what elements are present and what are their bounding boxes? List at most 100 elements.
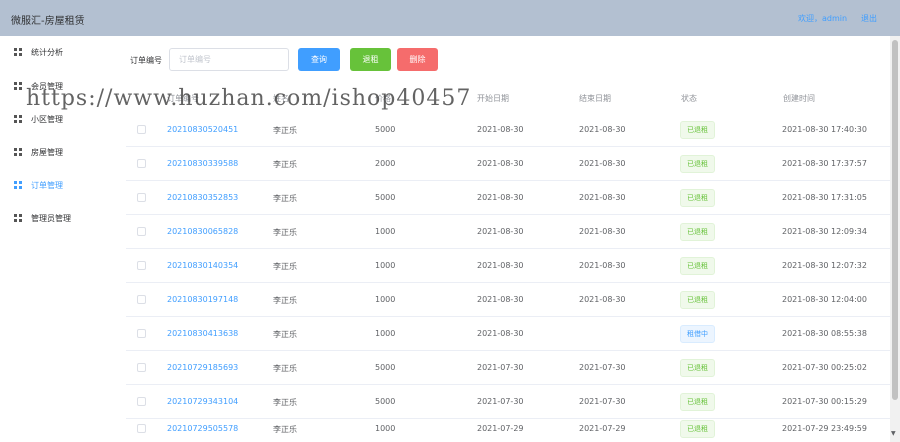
created-time: 2021-07-30 00:25:02: [782, 363, 867, 372]
status-badge: 已退租: [680, 121, 715, 139]
logout-link[interactable]: 退出: [861, 13, 877, 24]
status-badge: 已退租: [680, 155, 715, 173]
order-number-link[interactable]: 20210830065828: [167, 227, 238, 236]
search-label: 订单编号: [130, 56, 162, 65]
row-checkbox[interactable]: [137, 159, 146, 168]
created-time: 2021-07-30 00:15:29: [782, 397, 867, 406]
created-time: 2021-08-30 17:37:57: [782, 159, 867, 168]
sidebar-item-label: 房屋管理: [31, 148, 63, 157]
price: 1000: [375, 295, 396, 304]
end-date: 2021-08-30: [579, 125, 626, 134]
customer-name: 李正乐: [273, 126, 297, 135]
start-date: 2021-07-30: [477, 397, 524, 406]
welcome-text: 欢迎，admin: [798, 14, 848, 23]
grid-icon: [14, 181, 22, 189]
sidebar-item-label: 订单管理: [31, 181, 63, 190]
created-time: 2021-08-30 17:40:30: [782, 125, 867, 134]
created-time: 2021-07-29 23:49:59: [782, 424, 867, 433]
table-row[interactable]: 20210830352853 李正乐 5000 2021-08-30 2021-…: [126, 181, 890, 215]
created-time: 2021-08-30 12:04:00: [782, 295, 867, 304]
row-checkbox[interactable]: [137, 295, 146, 304]
order-number-link[interactable]: 20210729343104: [167, 397, 238, 406]
row-checkbox[interactable]: [137, 424, 146, 433]
status-badge: 已退租: [680, 420, 715, 438]
status-badge: 已退租: [680, 257, 715, 275]
column-header-order-no: 订单编号: [167, 94, 199, 103]
table-row[interactable]: 20210830520451 李正乐 5000 2021-08-30 2021-…: [126, 113, 890, 147]
sidebar-item-label: 会员管理: [31, 82, 63, 91]
customer-name: 李正乐: [273, 228, 297, 237]
sidebar-item-communities[interactable]: 小区管理: [0, 108, 117, 130]
price: 1000: [375, 261, 396, 270]
row-checkbox[interactable]: [137, 227, 146, 236]
scroll-down-arrow-icon[interactable]: ▼: [891, 430, 896, 437]
customer-name: 李正乐: [273, 194, 297, 203]
table-row[interactable]: 20210729505578 李正乐 1000 2021-07-29 2021-…: [126, 412, 890, 442]
price: 1000: [375, 424, 396, 433]
price: 5000: [375, 193, 396, 202]
grid-icon: [14, 115, 22, 123]
status-badge: 已退租: [680, 291, 715, 309]
table-row[interactable]: 20210830065828 李正乐 1000 2021-08-30 2021-…: [126, 215, 890, 249]
start-date: 2021-08-30: [477, 295, 524, 304]
column-header-name: 姓名: [273, 94, 289, 103]
start-date: 2021-08-30: [477, 329, 524, 338]
end-date: 2021-07-30: [579, 397, 626, 406]
query-button[interactable]: 查询: [298, 48, 340, 71]
sidebar-item-statistics[interactable]: 统计分析: [0, 41, 117, 63]
sidebar-item-orders[interactable]: 订单管理: [0, 174, 117, 196]
order-number-link[interactable]: 20210830520451: [167, 125, 238, 134]
table-row[interactable]: 20210830197148 李正乐 1000 2021-08-30 2021-…: [126, 283, 890, 317]
row-checkbox[interactable]: [137, 397, 146, 406]
order-number-link[interactable]: 20210830413638: [167, 329, 238, 338]
sidebar-item-houses[interactable]: 房屋管理: [0, 141, 117, 163]
column-header-start-date: 开始日期: [477, 94, 509, 103]
refund-button[interactable]: 退租: [350, 48, 391, 71]
column-header-status: 状态: [681, 94, 697, 103]
row-checkbox[interactable]: [137, 261, 146, 270]
end-date: 2021-08-30: [579, 261, 626, 270]
column-header-price: 价格: [375, 94, 391, 103]
status-badge: 已退租: [680, 223, 715, 241]
start-date: 2021-08-30: [477, 193, 524, 202]
price: 5000: [375, 363, 396, 372]
status-badge: 已退租: [680, 393, 715, 411]
scrollbar-thumb[interactable]: [892, 40, 898, 400]
order-number-link[interactable]: 20210830140354: [167, 261, 238, 270]
table-row[interactable]: 20210830140354 李正乐 1000 2021-08-30 2021-…: [126, 249, 890, 283]
row-checkbox[interactable]: [137, 363, 146, 372]
customer-name: 李正乐: [273, 425, 297, 434]
customer-name: 李正乐: [273, 330, 297, 339]
column-header-created: 创建时间: [783, 94, 815, 103]
row-checkbox[interactable]: [137, 329, 146, 338]
app-title: 微服汇-房屋租赁: [11, 16, 85, 27]
table-row[interactable]: 20210830339588 李正乐 2000 2021-08-30 2021-…: [126, 147, 890, 181]
sidebar: 统计分析 会员管理 小区管理 房屋管理 订单管理 管理员管理: [0, 36, 117, 442]
row-checkbox[interactable]: [137, 193, 146, 202]
customer-name: 李正乐: [273, 262, 297, 271]
row-checkbox[interactable]: [137, 125, 146, 134]
start-date: 2021-07-29: [477, 424, 524, 433]
price: 1000: [375, 329, 396, 338]
order-number-link[interactable]: 20210830339588: [167, 159, 238, 168]
created-time: 2021-08-30 17:31:05: [782, 193, 867, 202]
order-number-link[interactable]: 20210830197148: [167, 295, 238, 304]
sidebar-item-members[interactable]: 会员管理: [0, 75, 117, 97]
order-number-link[interactable]: 20210729185693: [167, 363, 238, 372]
sidebar-item-admins[interactable]: 管理员管理: [0, 207, 117, 229]
created-time: 2021-08-30 12:07:32: [782, 261, 867, 270]
end-date: 2021-08-30: [579, 227, 626, 236]
order-number-link[interactable]: 20210830352853: [167, 193, 238, 202]
delete-button[interactable]: 删除: [397, 48, 438, 71]
price: 5000: [375, 125, 396, 134]
table-row[interactable]: 20210729185693 李正乐 5000 2021-07-30 2021-…: [126, 351, 890, 385]
created-time: 2021-08-30 08:55:38: [782, 329, 867, 338]
vertical-scrollbar[interactable]: ▼: [890, 36, 900, 442]
customer-name: 李正乐: [273, 398, 297, 407]
customer-name: 李正乐: [273, 296, 297, 305]
start-date: 2021-07-30: [477, 363, 524, 372]
table-row[interactable]: 20210830413638 李正乐 1000 2021-08-30 租借中 2…: [126, 317, 890, 351]
order-number-input[interactable]: [169, 48, 289, 71]
price: 2000: [375, 159, 396, 168]
order-number-link[interactable]: 20210729505578: [167, 424, 238, 433]
